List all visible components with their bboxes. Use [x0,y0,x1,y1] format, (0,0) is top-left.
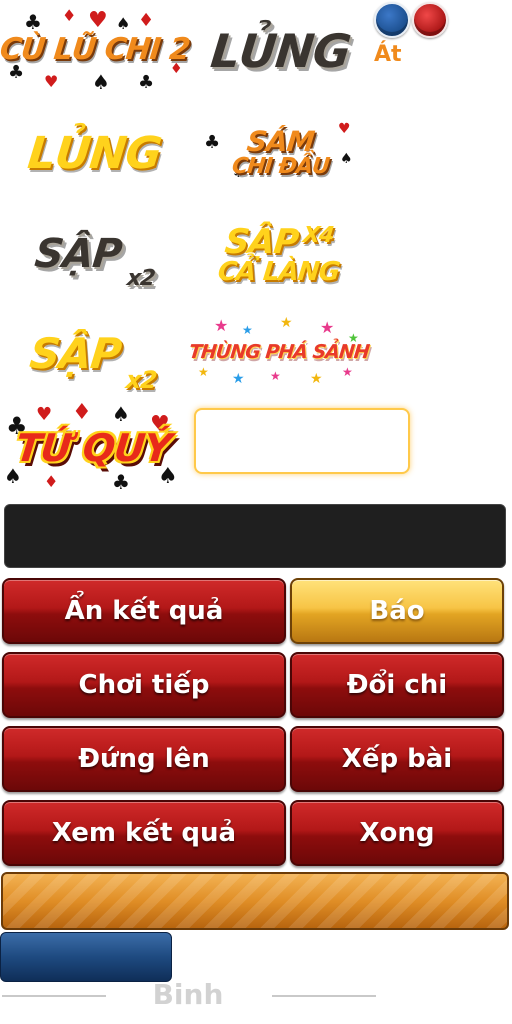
star-icon: ★ [342,365,353,379]
club-icon: ♣ [24,10,42,34]
diamond-icon: ♦ [72,400,92,425]
hide-result-button[interactable]: Ẩn kết quả [2,578,286,644]
status-bar [4,504,506,568]
star-icon: ★ [242,323,253,337]
badge-thung-pha-sanh-text: THÙNG PHÁ SẢNH [188,340,371,363]
wide-gold-button[interactable] [1,872,509,930]
red-chip-icon [412,2,448,38]
star-icon: ★ [280,315,293,331]
badge-sap-yellow-mult: x2 [124,366,158,394]
badge-lung-yellow-text: LỦNG [25,128,164,179]
badge-thung-pha-sanh: ★ ★ ★ ★ ★ ★ ★ ★ ★ ★ THÙNG PHÁ SẢNH [188,314,370,390]
arrange-cards-button[interactable]: Xếp bài [290,726,504,792]
star-icon: ★ [214,316,229,335]
star-icon: ★ [232,371,245,387]
badge-sap-x2-yellow: SẬP x2 [27,316,158,394]
diamond-icon: ♦ [44,472,59,491]
badge-sap-dark-mult: x2 [126,266,157,291]
heart-icon: ♥ [338,121,351,137]
star-icon: ★ [270,369,281,383]
badge-sap-dark-text: SẬP [32,231,124,277]
blue-button[interactable] [0,932,172,982]
star-icon: ★ [198,365,209,379]
ace-label: Át [374,42,402,67]
badge-ca-lang-text: CẢ LÀNG [216,257,342,287]
badge-sap-x4-ca-lang: SẬP X4 CẢ LÀNG [214,210,344,300]
club-icon: ♣ [138,72,155,93]
badge-x4-mult: X4 [301,223,335,248]
badge-sap-x4-text: SẬP [222,222,300,262]
heart-icon: ♥ [44,72,59,91]
badge-tu-quy-text: TỨ QUÝ [13,426,173,470]
done-button[interactable]: Xong [290,800,504,866]
badge-sap-yellow-text: SẬP [27,329,123,378]
spade-icon: ♠ [92,70,110,94]
star-icon: ★ [310,371,323,387]
change-hand-button[interactable]: Đổi chi [290,652,504,718]
spade-icon: ♠ [340,151,353,167]
badge-sap-x2-dark: SẬP x2 [33,218,156,291]
diamond-icon: ♦ [62,6,77,25]
heart-icon: ♥ [88,8,108,33]
spade-icon: ♠ [112,402,130,426]
club-icon: ♣ [204,132,221,153]
spade-icon: ♠ [116,14,131,33]
divider-left [2,995,106,997]
view-result-button[interactable]: Xem kết quả [2,800,286,866]
badge-cu-lu-text: CÙ LŨ CHI 2 [0,32,192,67]
badge-tu-quy: ♣ ♥ ♦ ♠ ♥ ♠ ♦ ♣ ♠ TỨ QUÝ [0,400,186,496]
message-input[interactable] [194,408,410,474]
divider-right [272,995,376,997]
blue-chip-icon [374,2,410,38]
badge-lung-yellow: LỦNG [25,118,163,190]
footer-title: Binh [152,978,224,1011]
badge-chi-dau-text: CHI ĐẦU [230,154,330,179]
report-button[interactable]: Báo [290,578,504,644]
badge-sam-text: SÁM [244,125,316,158]
diamond-icon: ♦ [138,10,155,31]
stand-up-button[interactable]: Đứng lên [2,726,286,792]
club-icon: ♣ [112,470,130,494]
continue-button[interactable]: Chơi tiếp [2,652,286,718]
badge-cu-lu-chi-2: ♣ ♦ ♥ ♠ ♦ ♣ ♥ ♠ ♣ ♦ CÙ LŨ CHI 2 [0,6,192,94]
badge-lung-dark: LỦNG [208,14,353,88]
badge-sam-chi-dau: ♣ ♥ ♠ ♠ SÁM CHI ĐẦU [200,112,360,194]
heart-icon: ♥ [36,404,53,425]
badge-lung-dark-text: LỦNG [207,24,353,78]
star-icon: ★ [320,318,335,337]
